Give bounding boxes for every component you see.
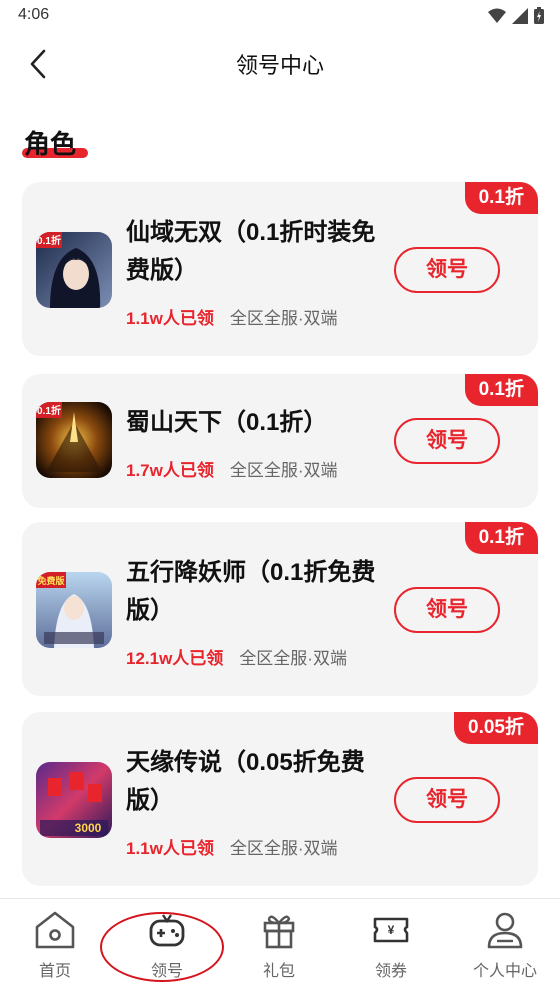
game-name: 仙域无双（0.1折时装免费版）: [126, 219, 376, 284]
claimed-count: 1.1w人已领: [126, 839, 214, 858]
game-meta: 12.1w人已领 全区全服·双端: [126, 644, 347, 669]
section-title: 角色: [24, 129, 77, 159]
discount-badge: 0.05折: [454, 712, 538, 744]
bottom-tab-bar: 首页 领号 礼包 ¥ 领券 个人中心: [0, 898, 560, 995]
battery-icon: [534, 7, 544, 24]
page-title: 领号中心: [235, 53, 324, 78]
tab-claim[interactable]: 领号: [112, 909, 222, 981]
tab-label: 个人中心: [472, 963, 537, 980]
status-bar: 4:06: [0, 0, 560, 32]
tab-label: 礼包: [262, 963, 295, 980]
tab-coupon[interactable]: ¥ 领券: [336, 909, 446, 981]
discount-badge: 0.1折: [464, 374, 538, 406]
server-scope: 全区全服·双端: [229, 461, 338, 480]
game-icon: 免费版: [36, 572, 112, 648]
game-name: 天缘传说（0.05折免费版）: [126, 749, 365, 814]
game-name: 蜀山天下（0.1折）: [126, 409, 328, 436]
server-scope: 全区全服·双端: [229, 839, 338, 858]
game-card[interactable]: 0.05折 3000 天缘传说（0.05折免费版） 1.1w人已领 全区全服·双…: [22, 712, 538, 886]
server-scope: 全区全服·双端: [239, 649, 347, 668]
home-icon: [35, 911, 75, 949]
wifi-icon: [488, 8, 506, 23]
game-card[interactable]: 0.1折 0.1折 蜀山天下（0.1折） 1.7w人已领 全区全服·双端 领号: [22, 374, 538, 508]
tab-label: 领券: [374, 963, 407, 980]
server-scope: 全区全服·双端: [229, 309, 338, 328]
icon-label: 0.1折: [37, 404, 61, 417]
tab-label: 领号: [150, 963, 183, 980]
coupon-icon: ¥: [373, 917, 409, 943]
user-icon: [487, 912, 523, 949]
game-name: 五行降妖师（0.1折免费版）: [126, 559, 376, 624]
game-icon: 3000: [36, 762, 112, 838]
section-heading: 角色: [22, 124, 88, 161]
status-icons: [488, 7, 544, 24]
game-meta: 1.7w人已领 全区全服·双端: [126, 456, 338, 481]
game-card[interactable]: 0.1折 0.1折 仙域无双（0.1折时装免费版） 1.1w人已领 全区全服·双…: [22, 182, 538, 356]
claimed-count: 1.1w人已领: [126, 309, 214, 328]
claimed-count: 1.7w人已领: [126, 461, 214, 480]
game-meta: 1.1w人已领 全区全服·双端: [126, 304, 338, 329]
discount-badge: 0.1折: [464, 182, 538, 214]
tab-home[interactable]: 首页: [0, 909, 110, 981]
tab-profile[interactable]: 个人中心: [450, 909, 560, 981]
claim-button[interactable]: 领号: [394, 247, 500, 293]
claimed-count: 12.1w人已领: [126, 649, 224, 668]
status-time: 4:06: [18, 6, 50, 23]
game-icon: 0.1折: [36, 232, 112, 308]
gift-icon: [263, 915, 295, 949]
claim-button[interactable]: 领号: [394, 777, 500, 823]
signal-icon: [512, 7, 528, 24]
claim-button[interactable]: 领号: [394, 587, 500, 633]
svg-text:¥: ¥: [388, 923, 395, 937]
game-card[interactable]: 0.1折 免费版 五行降妖师（0.1折免费版） 12.1w人已领 全区全服·双端…: [22, 522, 538, 696]
claim-button[interactable]: 领号: [394, 418, 500, 464]
discount-badge: 0.1折: [464, 522, 538, 554]
nav-bar: 领号中心: [0, 32, 560, 96]
tab-gift[interactable]: 礼包: [224, 909, 334, 981]
tab-label: 首页: [38, 963, 71, 980]
game-icon: 0.1折: [36, 402, 112, 478]
icon-label: 3000: [75, 821, 102, 835]
icon-label: 免费版: [37, 575, 64, 586]
icon-label: 0.1折: [37, 234, 61, 247]
gamepad-icon: [149, 914, 185, 947]
game-meta: 1.1w人已领 全区全服·双端: [126, 834, 338, 859]
